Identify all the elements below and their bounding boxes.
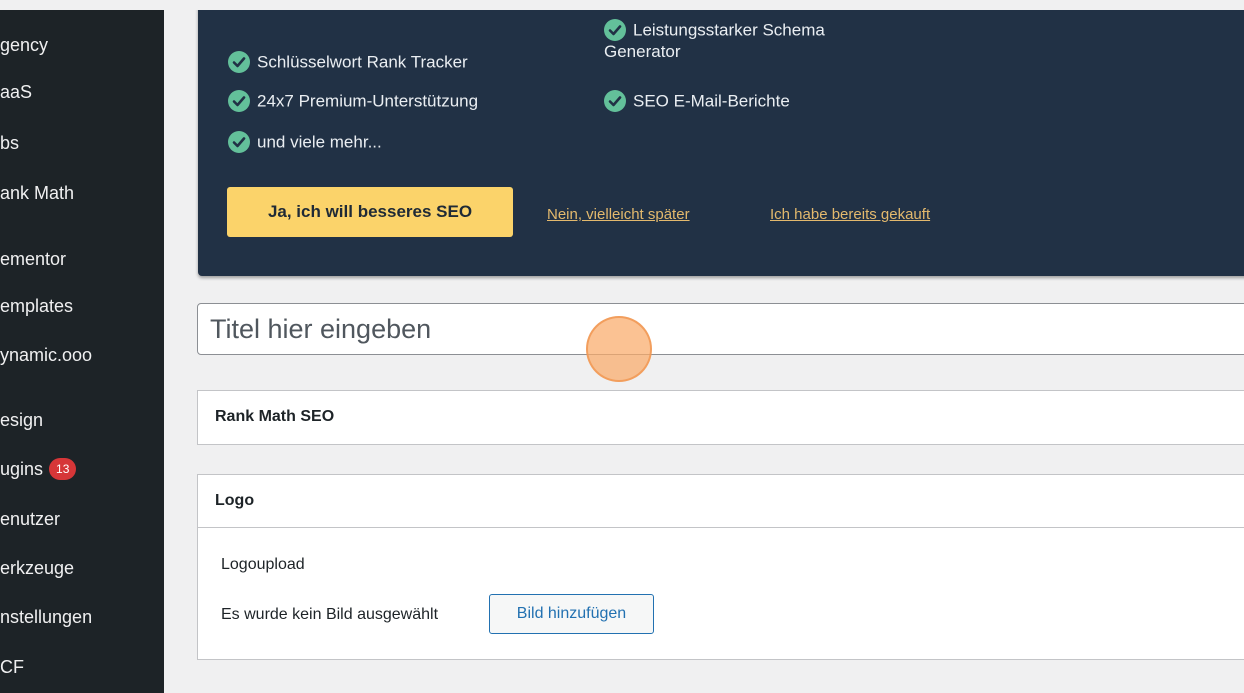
sidebar-item-templates[interactable]: emplates xyxy=(0,295,73,317)
feature-item: Schlüsselwort Rank Tracker xyxy=(228,51,468,74)
sidebar-item-label: emplates xyxy=(0,296,74,316)
admin-sidebar: gency aaS bs ank Math ementor emplates y… xyxy=(0,10,164,693)
sidebar-item-jobs[interactable]: bs xyxy=(0,132,19,154)
feature-label-line2: Generator xyxy=(604,42,681,61)
sidebar-item-label: CF xyxy=(0,657,24,677)
check-icon xyxy=(228,131,250,153)
top-gap xyxy=(0,0,1244,10)
sidebar-item-label: nstellungen xyxy=(0,607,93,627)
update-count-badge: 13 xyxy=(49,458,77,481)
rank-math-seo-box: Rank Math SEO xyxy=(197,390,1244,445)
feature-label: 24x7 Premium-Unterstützung xyxy=(257,91,479,111)
box-title[interactable]: Rank Math SEO xyxy=(198,391,1244,443)
sidebar-item-label: ynamic.ooo xyxy=(0,345,93,365)
post-title-input[interactable] xyxy=(197,303,1244,355)
check-icon xyxy=(228,90,250,112)
sidebar-item-design[interactable]: esign xyxy=(0,409,43,431)
feature-label: Schlüsselwort Rank Tracker xyxy=(257,52,468,72)
logo-upload-label: Logoupload xyxy=(221,556,305,573)
feature-label: SEO E-Mail-Berichte xyxy=(633,91,790,111)
sidebar-item-label: aaS xyxy=(0,82,33,102)
main-content: Schlüsselwort Rank Tracker Leistungsstar… xyxy=(164,10,1244,693)
sidebar-item-label: ementor xyxy=(0,249,67,269)
sidebar-item-label: ugins xyxy=(0,459,44,479)
sidebar-item-agency[interactable]: gency xyxy=(0,34,48,56)
already-bought-link[interactable]: Ich habe bereits gekauft xyxy=(770,206,930,223)
feature-label: und viele mehr... xyxy=(257,132,382,152)
sidebar-item-label: ank Math xyxy=(0,183,75,203)
sidebar-item-label: bs xyxy=(0,133,20,153)
upgrade-cta-button[interactable]: Ja, ich will besseres SEO xyxy=(227,187,513,237)
sidebar-item-label: esign xyxy=(0,410,44,430)
feature-label: Leistungsstarker Schema xyxy=(633,20,825,40)
sidebar-item-benutzer[interactable]: enutzer xyxy=(0,508,60,530)
check-icon xyxy=(604,90,626,112)
sidebar-item-saas[interactable]: aaS xyxy=(0,81,32,103)
logo-box-body: Logoupload Es wurde kein Bild ausgewählt… xyxy=(198,527,1244,659)
check-icon xyxy=(228,51,250,73)
logo-box: Logo Logoupload Es wurde kein Bild ausge… xyxy=(197,474,1244,660)
feature-item: SEO E-Mail-Berichte xyxy=(604,90,790,113)
click-indicator xyxy=(586,316,652,382)
no-image-selected-text: Es wurde kein Bild ausgewählt xyxy=(221,606,439,623)
feature-item: Leistungsstarker Schema Generator xyxy=(604,19,825,62)
sidebar-item-label: enutzer xyxy=(0,509,61,529)
feature-item: und viele mehr... xyxy=(228,131,382,154)
feature-item: 24x7 Premium-Unterstützung xyxy=(228,90,479,113)
sidebar-item-werkzeuge[interactable]: erkzeuge xyxy=(0,557,74,579)
sidebar-item-label: erkzeuge xyxy=(0,558,75,578)
sidebar-item-rank-math[interactable]: ank Math xyxy=(0,182,74,204)
check-icon xyxy=(604,19,626,41)
add-image-button[interactable]: Bild hinzufügen xyxy=(489,594,654,634)
sidebar-item-dynamic-ooo[interactable]: ynamic.ooo xyxy=(0,344,92,366)
sidebar-item-acf[interactable]: CF xyxy=(0,656,24,678)
maybe-later-link[interactable]: Nein, vielleicht später xyxy=(547,206,690,223)
sidebar-item-einstellungen[interactable]: nstellungen xyxy=(0,606,92,628)
rank-math-promo-banner: Schlüsselwort Rank Tracker Leistungsstar… xyxy=(198,10,1244,276)
sidebar-item-plugins[interactable]: ugins 13 xyxy=(0,458,77,481)
box-title[interactable]: Logo xyxy=(198,475,1244,527)
sidebar-item-label: gency xyxy=(0,35,49,55)
sidebar-item-elementor[interactable]: ementor xyxy=(0,248,66,270)
